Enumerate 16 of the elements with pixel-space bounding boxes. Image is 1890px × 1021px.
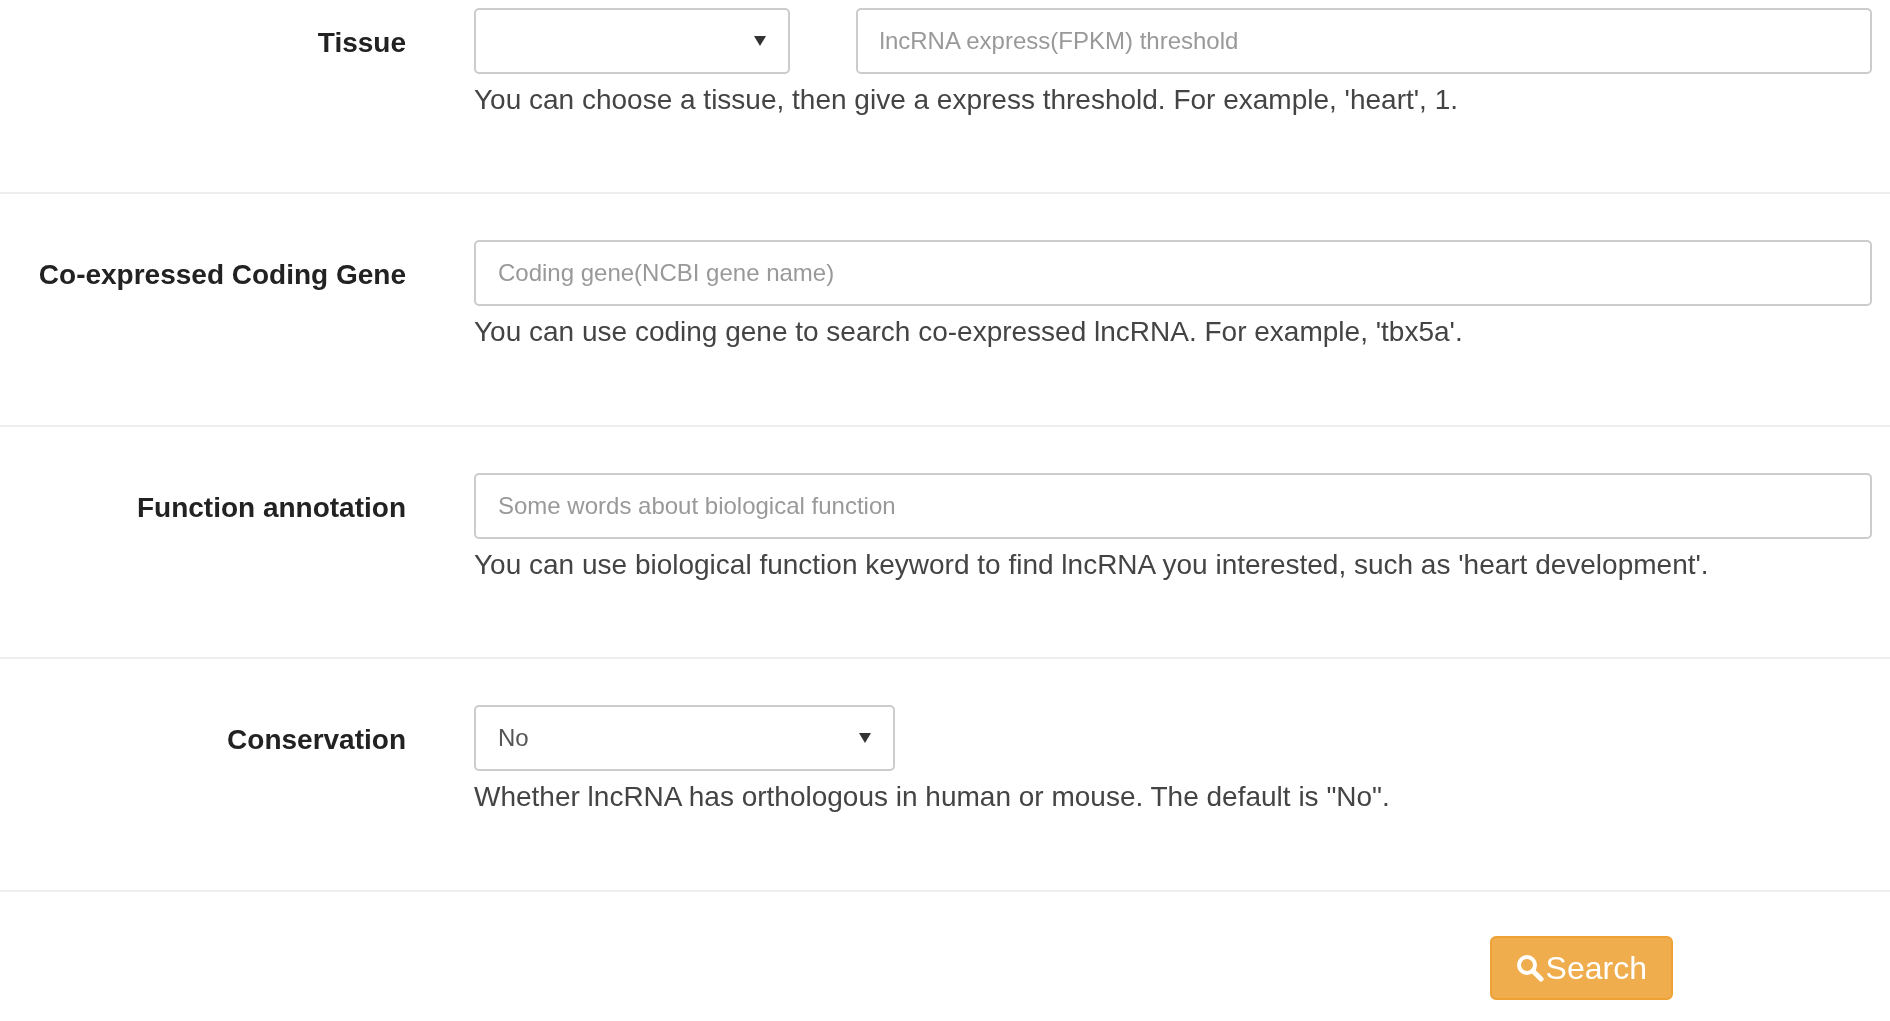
text-input[interactable]: Some words about biological function	[474, 472, 1872, 539]
help-text: You can choose a tissue, then give a express threshold. For example, 'heart', 1.	[474, 83, 1459, 117]
caret-icon	[859, 733, 871, 744]
dropdown[interactable]: No	[474, 705, 895, 772]
dropdown[interactable]	[474, 8, 790, 74]
text-input[interactable]: Coding gene(NCBI gene name)	[474, 240, 1872, 307]
field-label: Tissue	[316, 26, 406, 60]
field-label: Conservation	[226, 723, 406, 758]
search-icon	[1515, 953, 1544, 982]
field-label: Co-expressed Coding Gene	[37, 258, 406, 293]
help-text: Whether lncRNA has orthologous in human or mouse. The default is "No".	[474, 780, 1391, 815]
field-label: Function annotation	[135, 490, 406, 525]
caret-icon	[753, 36, 766, 46]
help-text: You can use coding gene to search co-expressed lncRNA. For example, 'tbx5a'.	[474, 315, 1464, 350]
threshold-input[interactable]: lncRNA express(FPKM) threshold	[855, 8, 1872, 74]
help-text: You can use biological function keyword to find lncRNA you interested, such as 'heart development'.	[474, 547, 1710, 582]
